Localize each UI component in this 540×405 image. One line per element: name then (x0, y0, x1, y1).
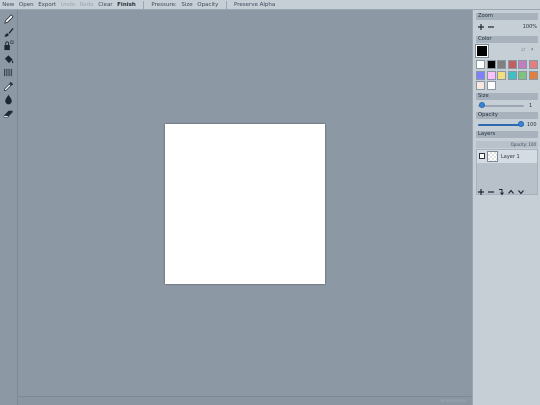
eraser-tool-icon[interactable] (3, 108, 14, 119)
toolbar-divider (143, 0, 145, 9)
move-layer-down-icon[interactable] (517, 188, 525, 196)
add-layer-icon[interactable] (477, 188, 485, 196)
color-swatch[interactable] (486, 70, 496, 80)
clear-button[interactable]: Clear (96, 0, 115, 10)
drawing-canvas[interactable] (165, 124, 325, 284)
undo-button[interactable]: Undo (59, 0, 78, 10)
redo-button[interactable]: Redo (77, 0, 95, 10)
size-slider-handle[interactable] (478, 102, 485, 108)
color-section-header: Color (476, 36, 538, 43)
opacity-section-header: Opacity (476, 112, 538, 119)
layer-name: Layer 1 (501, 154, 520, 160)
layer-visibility-checkbox[interactable] (479, 153, 485, 159)
color-swatch[interactable] (518, 60, 528, 69)
lock-tool-icon[interactable] (3, 40, 14, 51)
zoom-value: 100% (522, 24, 537, 30)
preserve-alpha-toggle[interactable]: Preserve Alpha (232, 0, 278, 10)
pressure-size-toggle[interactable]: Size (179, 0, 195, 10)
blur-drop-tool-icon[interactable] (3, 94, 14, 105)
color-swatch[interactable] (497, 70, 507, 80)
tool-strip (0, 10, 18, 405)
brush-tool-icon[interactable] (3, 27, 14, 38)
color-swatch[interactable] (528, 60, 538, 69)
right-panel: Zoom 100% Color ⇄ › Size 1 Opacity 100 L… (472, 10, 540, 405)
size-value: 1 (529, 103, 533, 109)
finish-button[interactable]: Finish (115, 0, 138, 10)
new-button[interactable]: New (0, 0, 17, 10)
zoom-section-header: Zoom (476, 13, 538, 20)
layer-row[interactable]: Layer 1 (477, 150, 537, 163)
swap-colors-icon[interactable]: ⇄ (521, 47, 525, 53)
pencil-tool-icon[interactable] (3, 14, 14, 25)
color-swatch[interactable] (528, 70, 538, 80)
color-swatch[interactable] (497, 60, 507, 69)
status-text: nnnnnnnnnn (440, 398, 466, 403)
pressure-opacity-toggle[interactable]: Opacity (195, 0, 221, 10)
zoom-in-icon[interactable] (477, 23, 485, 31)
color-swatch[interactable] (507, 60, 517, 69)
color-picker-arrow-icon[interactable]: › (531, 46, 533, 53)
color-swatch[interactable] (507, 70, 517, 80)
color-swatch[interactable] (486, 60, 496, 69)
merge-layer-icon[interactable] (497, 188, 505, 196)
size-slider[interactable] (478, 105, 524, 107)
status-bar: nnnnnnnnnn (18, 396, 472, 405)
zoom-out-icon[interactable] (487, 23, 495, 31)
color-swatch[interactable] (476, 81, 485, 91)
opacity-value: 100 (527, 122, 537, 128)
primary-color-swatch[interactable] (475, 44, 489, 58)
remove-layer-icon[interactable] (487, 188, 495, 196)
eyedropper-tool-icon[interactable] (3, 81, 14, 92)
pressure-label: Pressure: (151, 1, 177, 8)
layer-opacity-label: Opacity: 100 (476, 141, 538, 148)
top-toolbar: New Open Export Undo Redo Clear Finish P… (0, 0, 540, 10)
color-swatch[interactable] (476, 70, 485, 80)
bucket-tool-icon[interactable] (3, 54, 14, 65)
layers-section-header: Layers (476, 131, 538, 138)
color-swatch[interactable] (518, 70, 528, 80)
color-swatch[interactable] (486, 81, 496, 91)
open-button[interactable]: Open (17, 0, 36, 10)
layer-thumbnail (487, 151, 498, 162)
color-swatches (476, 60, 538, 91)
move-layer-up-icon[interactable] (507, 188, 515, 196)
export-button[interactable]: Export (36, 0, 59, 10)
size-section-header: Size (476, 93, 538, 100)
toolbar-divider (225, 0, 227, 9)
pattern-tool-icon[interactable] (3, 67, 14, 78)
opacity-slider-handle[interactable] (518, 121, 524, 127)
color-swatch[interactable] (476, 60, 485, 69)
